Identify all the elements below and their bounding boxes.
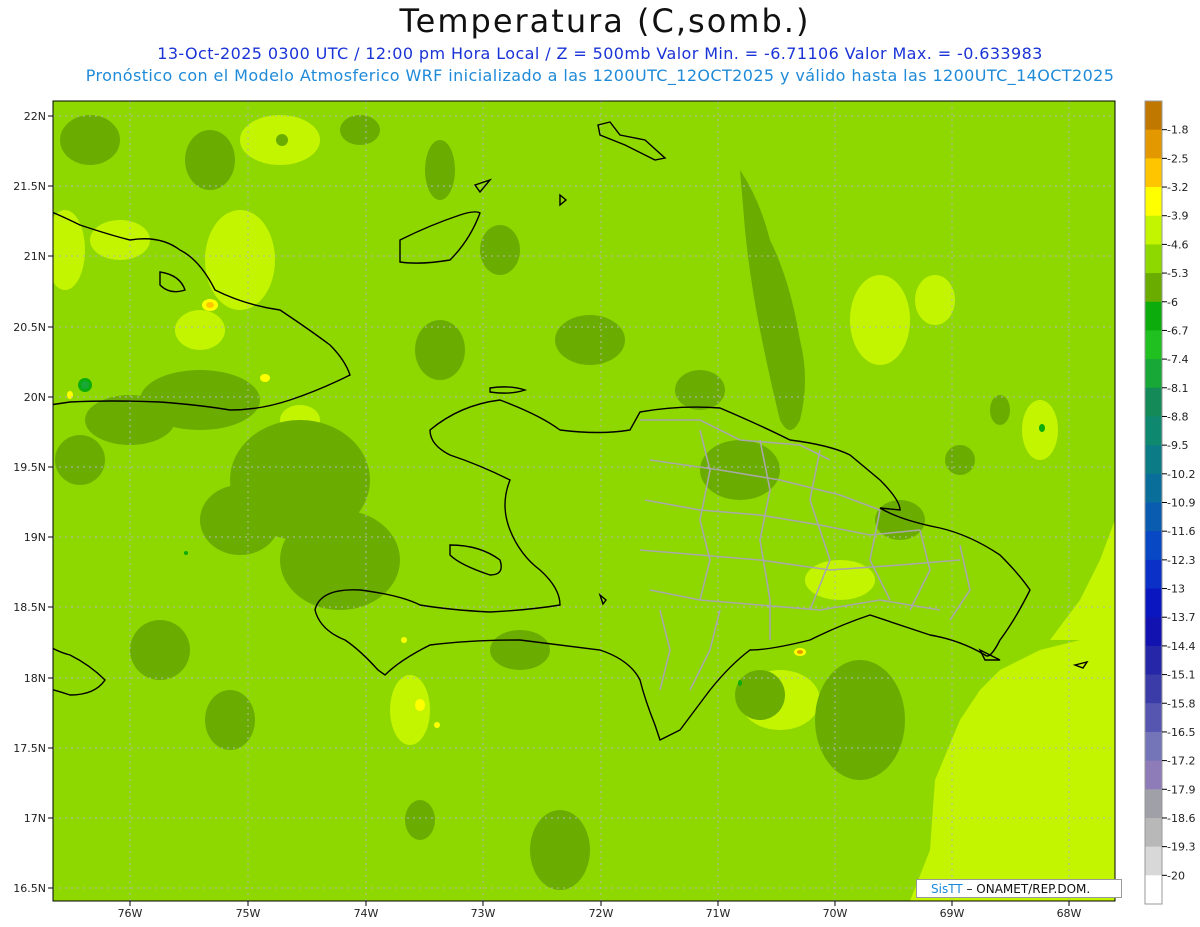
colorbar-swatch xyxy=(1145,731,1162,762)
map-canvas: 22N 21.5N 21N 20.5N 20N 19.5N 19N 18.5N 18N 17.5N… xyxy=(13,100,1195,920)
colorbar-label: -17.9 xyxy=(1167,783,1195,796)
colorbar-swatch xyxy=(1145,645,1162,676)
colorbar-label: -3.2 xyxy=(1167,181,1188,194)
lat-label: 19N xyxy=(24,531,46,544)
colorbar-swatch xyxy=(1145,273,1162,303)
colorbar-label: -7.4 xyxy=(1167,353,1188,366)
colorbar-swatch xyxy=(1145,101,1162,131)
colorbar-swatch xyxy=(1145,703,1162,733)
colorbar-label: -10.2 xyxy=(1167,468,1195,481)
colorbar-label: -15.1 xyxy=(1167,669,1195,682)
colorbar-label: -1.8 xyxy=(1167,124,1188,137)
colorbar-swatch xyxy=(1145,244,1162,274)
lon-label: 72W xyxy=(589,907,614,920)
colorbar-label: -6 xyxy=(1167,296,1178,309)
colorbar-label: -8.8 xyxy=(1167,410,1188,423)
colorbar-label: -5.3 xyxy=(1167,267,1188,280)
colorbar-label: -15.8 xyxy=(1167,697,1195,710)
colorbar-swatch xyxy=(1145,559,1162,590)
lat-label: 19.5N xyxy=(13,461,46,474)
colorbar-swatch xyxy=(1145,387,1162,417)
lon-label: 74W xyxy=(354,907,379,920)
colorbar-label: -14.4 xyxy=(1167,640,1195,653)
colorbar-label: -13 xyxy=(1167,583,1185,596)
colorbar-swatch xyxy=(1145,846,1162,876)
lat-label: 20N xyxy=(24,391,46,404)
colorbar-swatch xyxy=(1145,588,1162,618)
colorbar-label: -13.7 xyxy=(1167,611,1195,624)
colorbar-label: -9.5 xyxy=(1167,439,1188,452)
credit-logo: SisTT xyxy=(931,882,963,896)
lon-label: 69W xyxy=(940,907,965,920)
colorbar-label: -10.9 xyxy=(1167,497,1195,510)
colorbar-label: -6.7 xyxy=(1167,324,1188,337)
colorbar-swatch xyxy=(1145,215,1162,245)
latitude-labels: 22N 21.5N 21N 20.5N 20N 19.5N 19N 18.5N 18N 17.5N… xyxy=(13,110,53,895)
lon-label: 76W xyxy=(118,907,143,920)
colorbar-label: -17.2 xyxy=(1167,755,1195,768)
colorbar-swatch xyxy=(1145,473,1162,503)
colorbar-label: -19.3 xyxy=(1167,841,1195,854)
lon-label: 70W xyxy=(823,907,848,920)
colorbar-label: -16.5 xyxy=(1167,726,1195,739)
colorbar-swatch xyxy=(1145,301,1162,331)
colorbar-swatch xyxy=(1145,531,1162,561)
lat-label: 21N xyxy=(24,250,46,263)
lon-label: 73W xyxy=(471,907,496,920)
lat-label: 17.5N xyxy=(13,742,46,755)
colorbar-label: -20 xyxy=(1167,869,1185,882)
colorbar-swatch xyxy=(1145,502,1162,532)
lat-label: 22N xyxy=(24,110,46,123)
colorbar-swatch xyxy=(1145,416,1162,446)
colorbar-swatch xyxy=(1145,129,1162,159)
colorbar-label: -11.6 xyxy=(1167,525,1195,538)
colorbar-swatch xyxy=(1145,359,1162,389)
colorbar-swatch xyxy=(1145,875,1162,905)
colorbar-label: -4.6 xyxy=(1167,238,1188,251)
colorbar: -1.8 -2.5 -3.2 -3.9 -4.6 -5.3 -6 -6.7 -7.4 -8.1 -8… xyxy=(1144,100,1195,905)
lon-label: 71W xyxy=(706,907,731,920)
longitude-labels: 76W 75W 74W 73W 72W 71W 70W 69W 68W xyxy=(118,901,1082,920)
colorbar-swatch xyxy=(1145,760,1162,790)
colorbar-label: -12.3 xyxy=(1167,554,1195,567)
lon-label: 75W xyxy=(236,907,261,920)
colorbar-label: -8.1 xyxy=(1167,382,1188,395)
colorbar-swatch xyxy=(1145,330,1162,360)
lat-label: 17N xyxy=(24,812,46,825)
lat-label: 18N xyxy=(24,672,46,685)
credit-text: – ONAMET/REP.DOM. xyxy=(966,882,1091,896)
colorbar-label: -2.5 xyxy=(1167,152,1188,165)
lat-label: 18.5N xyxy=(13,601,46,614)
colorbar-swatch xyxy=(1145,817,1162,848)
colorbar-swatch xyxy=(1145,617,1162,647)
lat-label: 21.5N xyxy=(13,180,46,193)
lat-label: 16.5N xyxy=(13,882,46,895)
colorbar-swatch xyxy=(1145,187,1162,217)
temperature-field xyxy=(53,101,1115,901)
colorbar-label: -18.6 xyxy=(1167,812,1195,825)
colorbar-swatch xyxy=(1145,674,1162,704)
colorbar-swatch xyxy=(1145,158,1162,188)
credit-box: SisTT – ONAMET/REP.DOM. xyxy=(916,879,1122,898)
colorbar-swatch xyxy=(1145,445,1162,475)
colorbar-label: -3.9 xyxy=(1167,210,1188,223)
lon-label: 68W xyxy=(1057,907,1082,920)
colorbar-swatch xyxy=(1145,789,1162,819)
lat-label: 20.5N xyxy=(13,321,46,334)
